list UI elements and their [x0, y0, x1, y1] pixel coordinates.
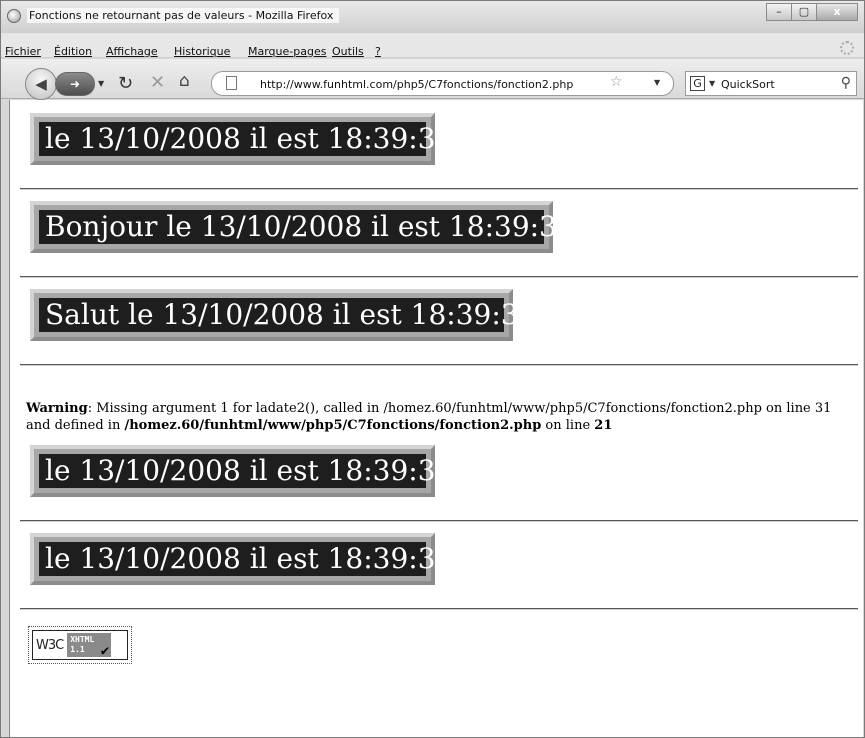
firefox-icon	[7, 9, 21, 23]
loading-throbber-icon	[840, 41, 854, 55]
menu-historique[interactable]: Historique	[174, 45, 230, 58]
home-icon[interactable]: ⌂	[179, 71, 190, 91]
forward-button[interactable]: ➜	[55, 72, 95, 96]
date-box-5: le 13/10/2008 il est 18:39:31	[30, 533, 453, 585]
date-box-4: le 13/10/2008 il est 18:39:31	[30, 445, 453, 497]
menu-outils[interactable]: Outils	[332, 45, 364, 58]
search-bar[interactable]: G ▼ QuickSort ⚲	[685, 71, 857, 96]
url-dropdown-icon[interactable]: ▼	[654, 78, 660, 87]
search-engine-icon[interactable]: G	[690, 76, 705, 91]
back-button[interactable]: ◀	[25, 68, 57, 100]
menu-marque-pages[interactable]: Marque-pages	[248, 45, 326, 58]
forward-arrow-icon: ➜	[69, 77, 81, 91]
menu-bar: Fichier Édition Affichage Historique Mar…	[1, 33, 864, 58]
date-text-4: le 13/10/2008 il est 18:39:31	[39, 454, 453, 488]
browser-window: Fonctions ne retournant pas de valeurs -…	[0, 0, 865, 738]
menu-edition[interactable]: Édition	[54, 45, 92, 58]
menu-help[interactable]: ?	[375, 45, 381, 58]
warning-line: 21	[594, 418, 613, 433]
window-title: Fonctions ne retournant pas de valeurs -…	[27, 8, 340, 23]
warning-path: /homez.60/funhtml/www/php5/C7fonctions/f…	[124, 418, 542, 433]
stop-icon[interactable]: ✕	[150, 72, 165, 93]
url-bar[interactable]: http://www.funhtml.com/php5/C7fonctions/…	[211, 71, 674, 96]
minimize-button[interactable]: –	[766, 3, 792, 21]
date-box-3: Salut le 13/10/2008 il est 18:39:31	[30, 289, 536, 341]
date-box-1: le 13/10/2008 il est 18:39:31	[30, 113, 453, 165]
window-controls: – ▢ x	[766, 3, 858, 21]
horizontal-rule-5	[20, 608, 858, 610]
warning-label: Warning	[26, 401, 88, 416]
warning-text-2: on line	[541, 418, 595, 433]
history-dropdown-icon[interactable]: ▼	[98, 79, 104, 88]
bookmark-star-icon[interactable]: ☆	[610, 74, 623, 90]
maximize-button[interactable]: ▢	[791, 3, 817, 21]
w3c-logo-text: W3C	[36, 637, 64, 653]
checkmark-icon: ✔	[100, 643, 110, 659]
menu-fichier[interactable]: Fichier	[5, 45, 41, 58]
w3c-xhtml-badge-link[interactable]: W3C XHTML 1.1 ✔	[28, 626, 132, 664]
php-warning: Warning: Missing argument 1 for ladate2(…	[26, 400, 856, 434]
date-text-2: Bonjour le 13/10/2008 il est 18:39:31	[39, 210, 575, 244]
url-input[interactable]: http://www.funhtml.com/php5/C7fonctions/…	[260, 78, 573, 91]
date-text-3: Salut le 13/10/2008 il est 18:39:31	[39, 298, 536, 332]
search-icon[interactable]: ⚲	[841, 75, 851, 91]
horizontal-rule-1	[20, 188, 858, 190]
page-content: le 13/10/2008 il est 18:39:31 Bonjour le…	[9, 100, 863, 737]
xhtml-label: XHTML 1.1 ✔	[67, 633, 112, 659]
date-text-5: le 13/10/2008 il est 18:39:31	[39, 542, 453, 576]
back-arrow-icon: ◀	[35, 75, 47, 93]
menu-affichage[interactable]: Affichage	[106, 45, 158, 58]
search-input[interactable]: QuickSort	[721, 78, 775, 91]
horizontal-rule-4	[20, 520, 858, 522]
horizontal-rule-2	[20, 276, 858, 278]
horizontal-rule-3	[20, 364, 858, 366]
search-engine-dropdown-icon[interactable]: ▼	[709, 79, 715, 88]
title-bar: Fonctions ne retournant pas de valeurs -…	[1, 1, 864, 33]
xhtml-label-line2: 1.1	[70, 645, 85, 654]
date-box-2: Bonjour le 13/10/2008 il est 18:39:31	[30, 201, 575, 253]
xhtml-label-line1: XHTML	[70, 635, 95, 644]
date-text-1: le 13/10/2008 il est 18:39:31	[39, 122, 453, 156]
reload-icon[interactable]: ↻	[118, 73, 133, 94]
close-button[interactable]: x	[816, 3, 858, 21]
w3c-xhtml-badge: W3C XHTML 1.1 ✔	[32, 630, 128, 660]
page-icon	[226, 76, 237, 90]
